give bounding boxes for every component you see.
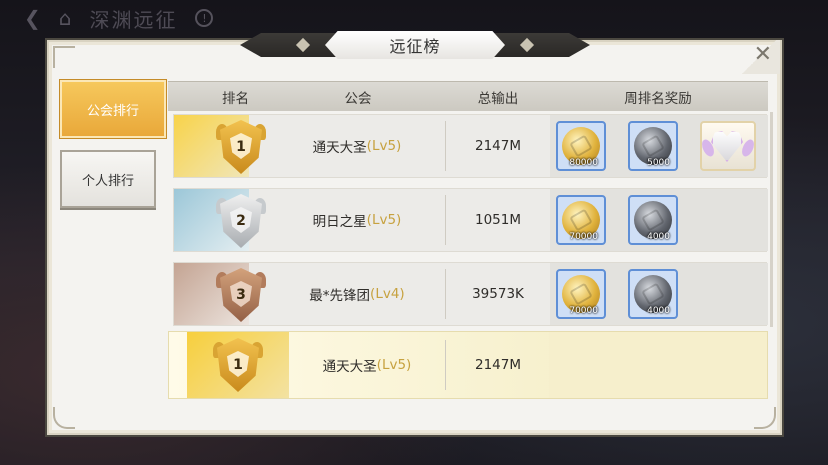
heart-frame-icon [711, 131, 743, 162]
reward-gold-coin[interactable]: 70000 [556, 195, 606, 245]
table-row[interactable]: 1 通天大圣 (Lv5) 2147M 80000 5000 [173, 114, 768, 178]
reward-zone [549, 332, 767, 398]
reward-avatar-frame[interactable] [700, 121, 756, 171]
info-icon[interactable]: ! [195, 9, 214, 27]
guild-name-cell: 明日之星 (Lv5) [269, 189, 445, 251]
table-header: 排名 公会 总输出 周排名奖励 [168, 81, 768, 111]
screen-title: 深渊远征 [89, 7, 178, 32]
close-button[interactable]: ✕ [738, 40, 780, 74]
header-rank: 排名 [222, 91, 249, 107]
rank-number: 1 [233, 357, 243, 373]
dialog-title: 远征榜 [325, 31, 505, 59]
reward-qty: 4000 [647, 306, 670, 316]
header-output: 总输出 [477, 91, 519, 107]
dialog-title-banner: 远征榜 [240, 28, 590, 62]
scrollbar-track[interactable] [770, 112, 773, 327]
rank-number: 3 [236, 287, 246, 303]
guild-name: 最*先锋团 [309, 288, 371, 304]
reward-silver-coin[interactable]: 4000 [628, 195, 678, 245]
rank-badge-gold: 1 [213, 338, 263, 392]
table-row[interactable]: 3 最*先锋团 (Lv4) 39573K 70000 4000 [173, 262, 768, 326]
reward-zone: 70000 4000 [550, 263, 768, 325]
guild-name-cell: 通天大圣 (Lv5) [269, 115, 445, 177]
guild-name: 通天大圣 [312, 140, 367, 156]
rank-badge-bronze: 3 [216, 268, 266, 322]
reward-qty: 5000 [647, 158, 670, 168]
reward-zone: 70000 4000 [550, 189, 768, 251]
guild-level: (Lv5) [376, 357, 412, 373]
corner-ornament [754, 407, 776, 429]
total-output: 1051M [474, 212, 521, 228]
reward-qty: 4000 [647, 232, 670, 242]
my-guild-row: 1 通天大圣 (Lv5) 2147M [168, 331, 768, 399]
guild-name-cell: 最*先锋团 (Lv4) [269, 263, 445, 325]
total-output: 2147M [474, 357, 521, 373]
corner-ornament [53, 46, 75, 68]
home-icon[interactable]: ⌂ [59, 6, 72, 30]
tab-guild-ranking[interactable]: 公会排行 [60, 80, 166, 138]
guild-name: 明日之星 [312, 214, 367, 230]
total-output: 39573K [472, 286, 524, 302]
rank-badge-gold: 1 [216, 120, 266, 174]
reward-silver-coin[interactable]: 5000 [628, 121, 678, 171]
reward-gold-coin[interactable]: 80000 [556, 121, 606, 171]
guild-level: (Lv4) [370, 286, 405, 302]
reward-qty: 70000 [569, 306, 598, 316]
total-output: 2147M [474, 138, 521, 154]
guild-level: (Lv5) [366, 138, 402, 154]
guild-name-cell: 通天大圣 (Lv5) [279, 334, 455, 396]
reward-qty: 70000 [569, 232, 598, 242]
table-row[interactable]: 2 明日之星 (Lv5) 1051M 70000 4000 [173, 188, 768, 252]
back-arrow-icon[interactable]: ❮ [24, 6, 41, 30]
guild-name: 通天大圣 [322, 359, 377, 375]
reward-qty: 80000 [569, 158, 598, 168]
reward-silver-coin[interactable]: 4000 [628, 269, 678, 319]
header-guild: 公会 [344, 91, 372, 107]
close-icon: ✕ [753, 42, 772, 67]
corner-ornament [53, 407, 75, 429]
tab-personal-ranking[interactable]: 个人排行 [60, 150, 156, 208]
guild-level: (Lv5) [366, 212, 402, 228]
rank-number: 1 [236, 139, 246, 155]
reward-gold-coin[interactable]: 70000 [556, 269, 606, 319]
rank-number: 2 [236, 213, 246, 229]
rank-badge-silver: 2 [216, 194, 266, 248]
reward-zone: 80000 5000 [550, 115, 768, 177]
header-weekly-reward: 周排名奖励 [624, 91, 692, 107]
